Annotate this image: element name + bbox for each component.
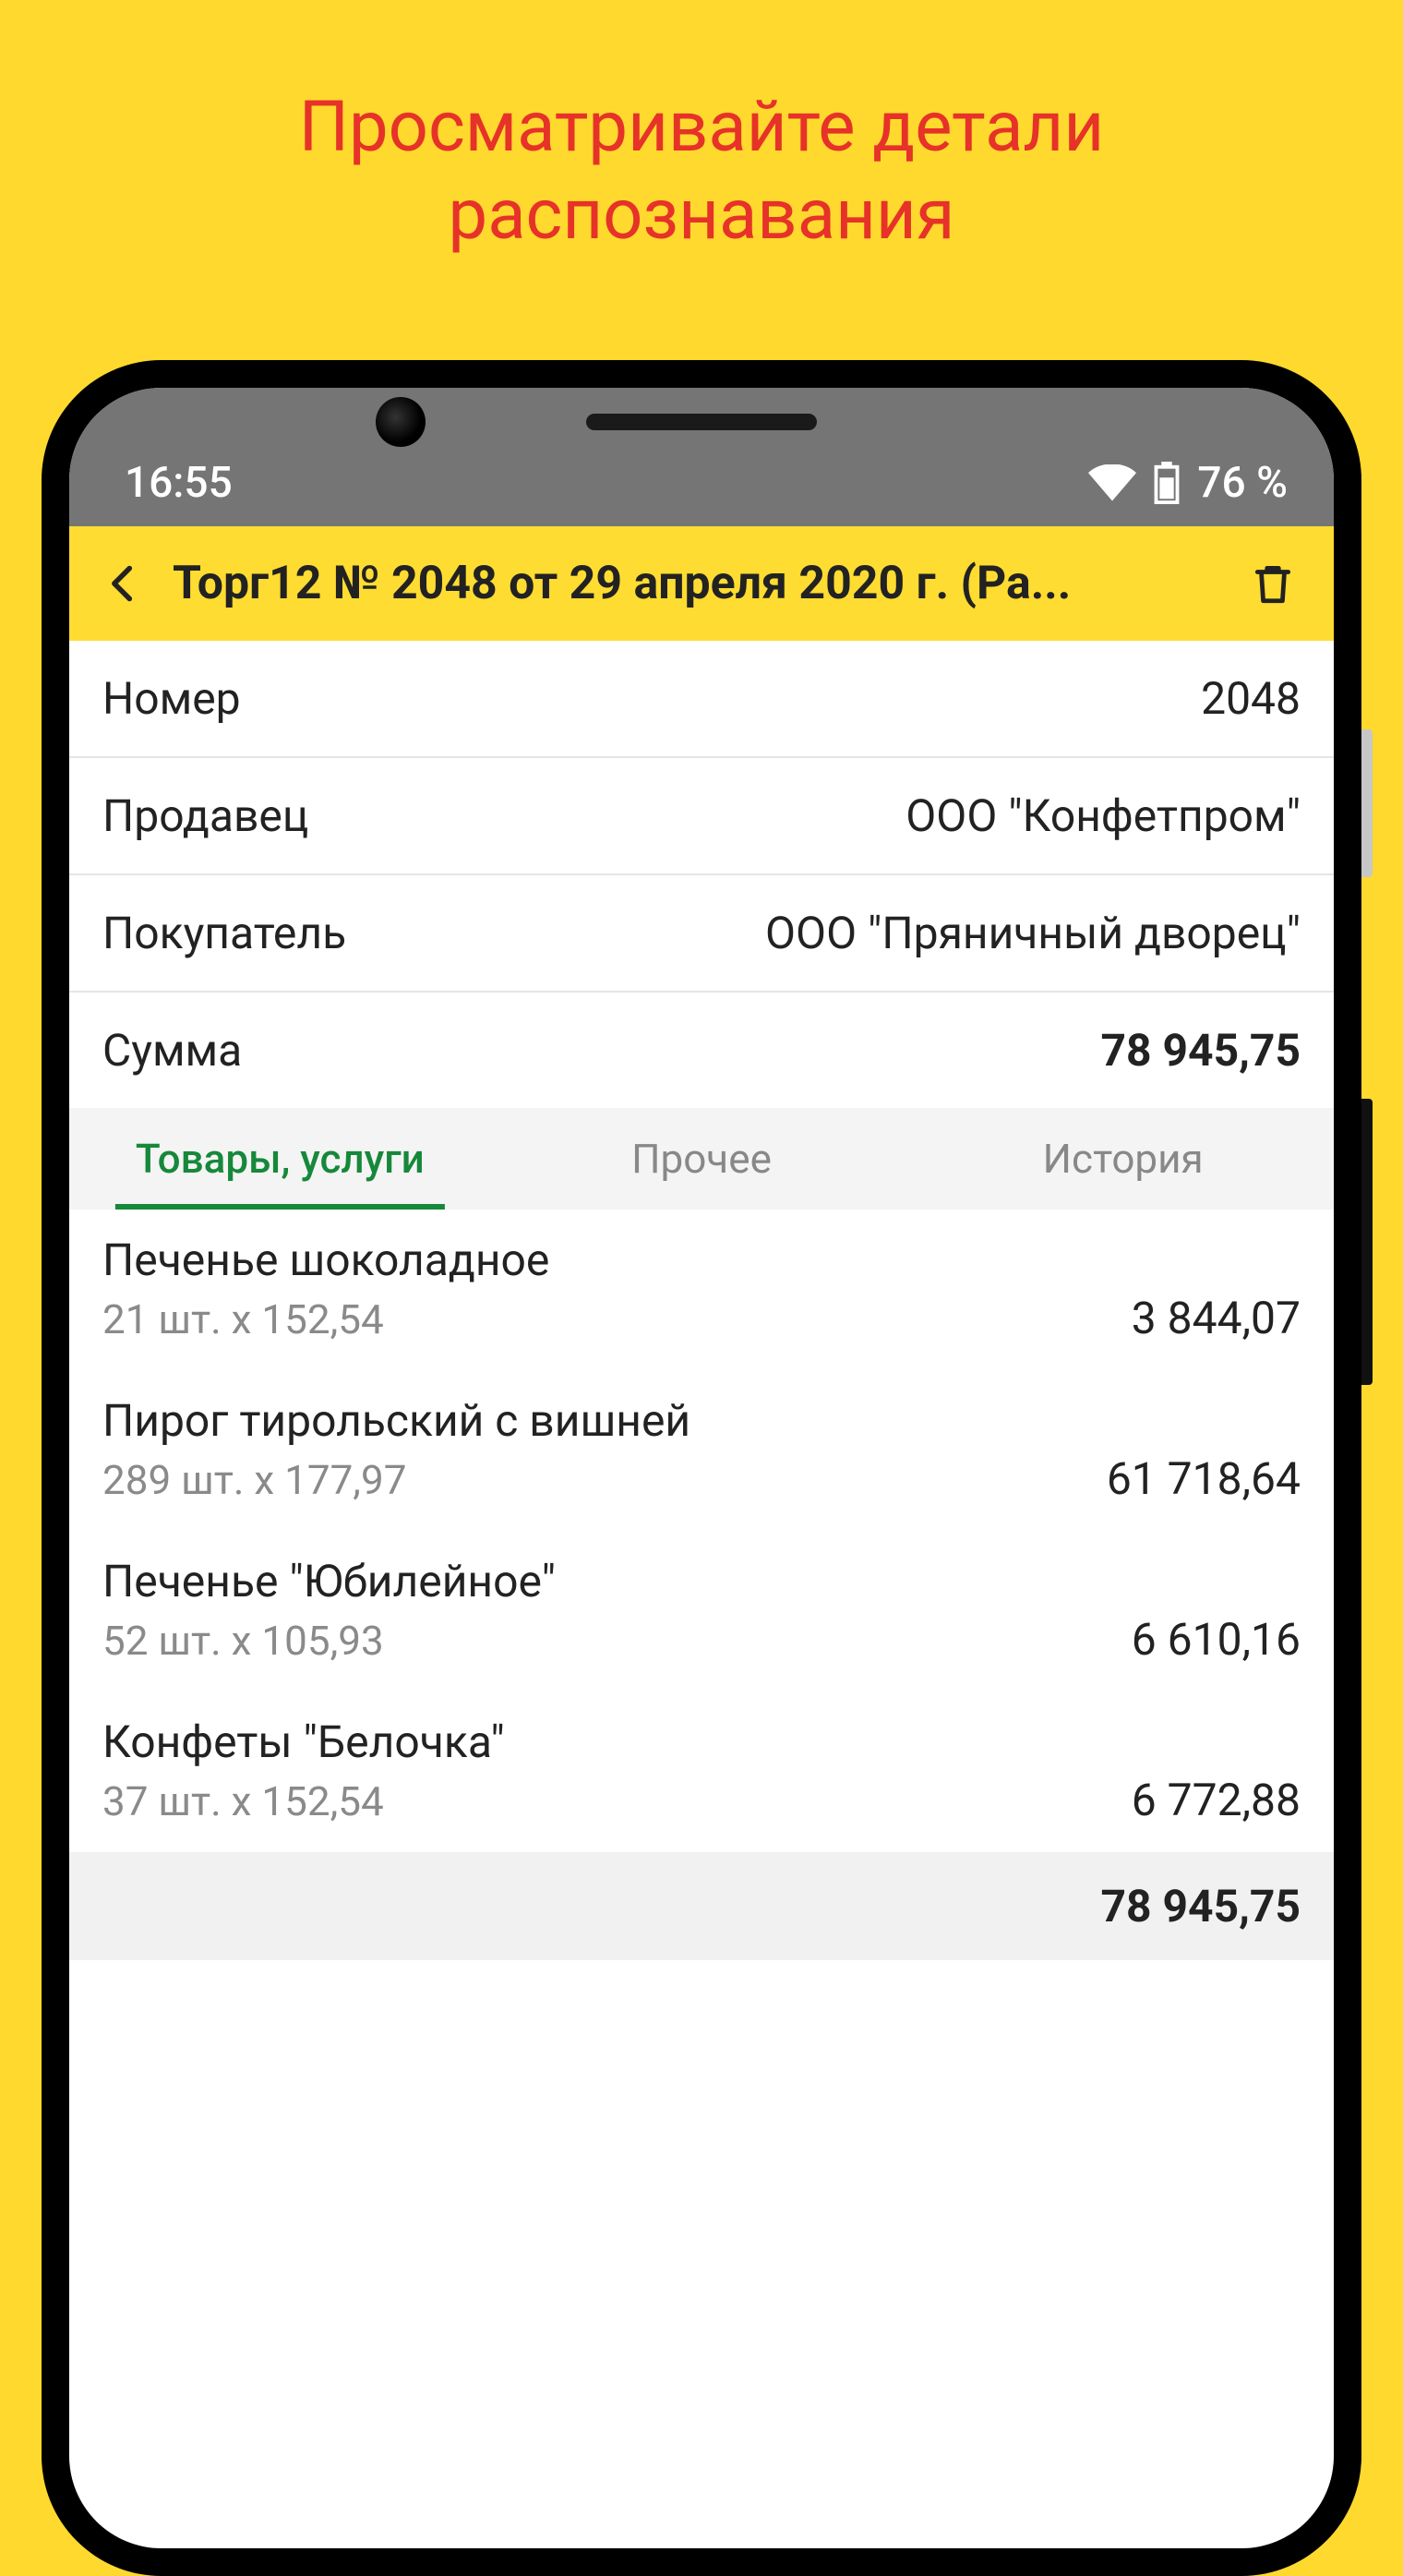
app-bar-title: Торг12 № 2048 от 29 апреля 2020 г. (Ра..… [173, 557, 1223, 610]
phone-screen: 16:55 76 % Торг12 № 2048 [69, 388, 1334, 2548]
product-qty: 21 шт. x 152,54 [102, 1295, 384, 1343]
status-bar: 16:55 76 % [69, 388, 1334, 526]
phone-side-button-2 [1361, 1099, 1373, 1385]
product-name: Печенье шоколадное [102, 1234, 1301, 1286]
info-value: ООО "Конфетпром" [905, 789, 1301, 842]
product-name: Пирог тирольский с вишней [102, 1394, 1301, 1447]
info-label: Сумма [102, 1024, 242, 1077]
status-right: 76 % [1088, 458, 1288, 508]
info-value: 2048 [1201, 672, 1301, 725]
phone-camera [376, 397, 426, 447]
product-name: Конфеты "Белочка" [102, 1715, 1301, 1768]
total-value: 78 945,75 [1100, 1880, 1301, 1932]
tab-label: Прочее [631, 1135, 772, 1183]
info-label: Номер [102, 672, 241, 725]
product-qty: 289 шт. x 177,97 [102, 1456, 406, 1504]
tab-label: История [1043, 1135, 1204, 1183]
content: Номер 2048 Продавец ООО "Конфетпром" Пок… [69, 641, 1334, 1960]
back-button[interactable] [90, 550, 156, 617]
info-row-seller[interactable]: Продавец ООО "Конфетпром" [69, 758, 1334, 875]
battery-icon [1153, 462, 1181, 504]
product-amount: 6 610,16 [1132, 1613, 1301, 1666]
wifi-icon [1088, 464, 1136, 501]
tab-label: Товары, услуги [136, 1135, 425, 1183]
phone-frame: 16:55 76 % Торг12 № 2048 [42, 360, 1361, 2576]
promo-line1: Просматривайте детали [299, 85, 1104, 168]
info-row-number[interactable]: Номер 2048 [69, 641, 1334, 758]
product-qty: 37 шт. x 152,54 [102, 1777, 384, 1825]
product-amount: 3 844,07 [1132, 1292, 1301, 1344]
delete-button[interactable] [1240, 550, 1306, 617]
product-amount: 61 718,64 [1107, 1452, 1301, 1505]
info-row-buyer[interactable]: Покупатель ООО "Пряничный дворец" [69, 875, 1334, 993]
product-row[interactable]: Пирог тирольский с вишней 289 шт. x 177,… [69, 1370, 1334, 1531]
product-qty: 52 шт. x 105,93 [102, 1617, 384, 1665]
tabs: Товары, услуги Прочее История [69, 1108, 1334, 1210]
info-row-sum[interactable]: Сумма 78 945,75 [69, 993, 1334, 1108]
product-amount: 6 772,88 [1132, 1774, 1301, 1826]
info-value: 78 945,75 [1100, 1024, 1301, 1077]
promo-title: Просматривайте детали распознавания [0, 0, 1403, 259]
info-label: Покупатель [102, 907, 346, 959]
tab-other[interactable]: Прочее [491, 1108, 913, 1210]
total-row: 78 945,75 [69, 1852, 1334, 1960]
product-row[interactable]: Конфеты "Белочка" 37 шт. x 152,54 6 772,… [69, 1691, 1334, 1852]
phone-side-button-1 [1361, 729, 1373, 877]
status-time: 16:55 [125, 458, 233, 508]
product-row[interactable]: Печенье шоколадное 21 шт. x 152,54 3 844… [69, 1210, 1334, 1370]
app-bar: Торг12 № 2048 от 29 апреля 2020 г. (Ра..… [69, 526, 1334, 641]
phone-speaker [586, 414, 817, 430]
tab-history[interactable]: История [912, 1108, 1334, 1210]
promo-line2: распознавания [449, 173, 955, 256]
info-label: Продавец [102, 789, 308, 842]
battery-text: 76 % [1197, 458, 1288, 508]
product-row[interactable]: Печенье "Юбилейное" 52 шт. x 105,93 6 61… [69, 1531, 1334, 1691]
product-name: Печенье "Юбилейное" [102, 1555, 1301, 1607]
tab-goods[interactable]: Товары, услуги [69, 1108, 491, 1210]
info-value: ООО "Пряничный дворец" [765, 907, 1301, 959]
